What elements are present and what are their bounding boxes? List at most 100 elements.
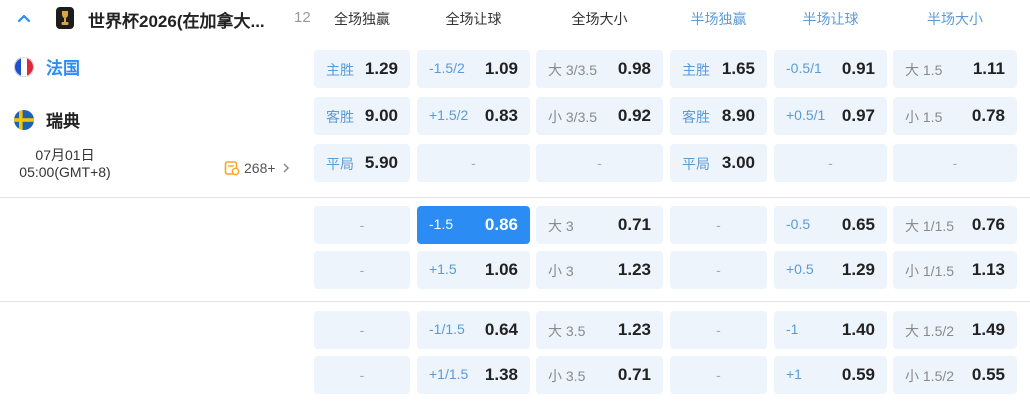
odds-label: 小 3 <box>548 263 574 279</box>
more-markets-button[interactable]: 268+ <box>224 160 291 176</box>
odds-cell[interactable]: -1/1.5 0.64 <box>417 311 530 349</box>
odds-value: 0.59 <box>841 365 875 384</box>
odds-cell-empty: - <box>670 251 767 289</box>
odds-label: +1.5/2 <box>429 107 469 123</box>
odds-cell-empty: - <box>670 311 767 349</box>
odds-label: 小 1.5/2 <box>905 368 955 384</box>
odds-cell[interactable]: 小 1.5/2 0.55 <box>893 356 1017 394</box>
odds-cell[interactable]: 小 3 1.23 <box>536 251 663 289</box>
odds-label: 小 1/1.5 <box>905 263 955 279</box>
odds-label: -0.5 <box>786 216 811 232</box>
odds-value: 1.49 <box>971 320 1005 339</box>
odds-cell[interactable]: 小 1.5 0.78 <box>893 97 1017 135</box>
odds-cell[interactable]: 大 1/1.5 0.76 <box>893 206 1017 244</box>
empty-dash: - <box>716 262 721 278</box>
odds-cell[interactable]: 大 1.5/2 1.49 <box>893 311 1017 349</box>
odds-cell[interactable]: 大 3 0.71 <box>536 206 663 244</box>
odds-label: -0.5/1 <box>786 60 822 76</box>
odds-label: -1 <box>786 321 799 337</box>
away-team: 瑞典 <box>14 107 80 132</box>
empty-dash: - <box>359 322 365 338</box>
empty-dash: - <box>359 262 365 278</box>
odds-value: 1.23 <box>617 320 651 339</box>
odds-cell[interactable]: 小 3/3.5 0.92 <box>536 97 663 135</box>
odds-label: 平局 <box>682 156 710 172</box>
odds-cell[interactable]: 大 1.5 1.11 <box>893 50 1017 88</box>
odds-label: 平局 <box>326 156 354 172</box>
odds-cell[interactable]: 大 3/3.5 0.98 <box>536 50 663 88</box>
sweden-flag-icon <box>14 109 34 130</box>
odds-cell[interactable]: +1 0.59 <box>774 356 887 394</box>
league-title[interactable]: 世界杯2026(在加拿大... <box>88 7 265 32</box>
home-team: 法国 <box>14 54 80 79</box>
odds-cell[interactable]: 客胜 8.90 <box>670 97 767 135</box>
column-header: 全场让球 <box>445 11 502 27</box>
empty-dash: - <box>359 217 365 233</box>
odds-value: 0.98 <box>617 59 651 78</box>
odds-label: 小 3/3.5 <box>548 109 598 125</box>
league-header: 世界杯2026(在加拿大... 12 全场独赢 全场让球 全场大小 半场独赢 半场让球 半… <box>0 0 1030 36</box>
odds-value: 0.71 <box>617 365 651 384</box>
odds-cell[interactable]: 小 1/1.5 1.13 <box>893 251 1017 289</box>
empty-dash: - <box>597 155 602 171</box>
odds-cell[interactable]: -1.5 0.86 <box>417 206 530 244</box>
chevron-up-icon[interactable] <box>16 10 32 26</box>
odds-value: 0.83 <box>484 106 518 125</box>
odds-label: +0.5/1 <box>786 107 826 123</box>
odds-cell[interactable]: -0.5/1 0.91 <box>774 50 887 88</box>
chevron-right-icon <box>283 163 289 173</box>
odds-label: 大 1.5 <box>905 62 943 78</box>
match-date: 07月01日 <box>35 147 95 163</box>
france-flag-icon <box>14 56 34 77</box>
odds-cell[interactable]: -0.5 0.65 <box>774 206 887 244</box>
odds-label: -1.5 <box>429 216 454 232</box>
row-divider <box>0 301 1030 302</box>
odds-label: +1.5 <box>429 261 457 277</box>
odds-cell[interactable]: 小 3.5 0.71 <box>536 356 663 394</box>
row-divider <box>0 197 1030 198</box>
odds-label: 主胜 <box>326 62 354 78</box>
odds-cell[interactable]: 平局 5.90 <box>314 144 410 182</box>
odds-cell-empty: - <box>417 144 530 182</box>
odds-cell[interactable]: +0.5 1.29 <box>774 251 887 289</box>
odds-cell-empty: - <box>670 356 767 394</box>
odds-value: 0.86 <box>484 215 518 234</box>
odds-cell-empty: - <box>536 144 663 182</box>
odds-label: +1/1.5 <box>429 366 469 382</box>
odds-label: 大 1/1.5 <box>905 218 955 234</box>
odds-value: 1.11 <box>972 59 1005 78</box>
odds-value: 0.76 <box>971 215 1005 234</box>
empty-dash: - <box>716 217 721 233</box>
odds-value: 0.97 <box>841 106 875 125</box>
odds-cell-empty: - <box>893 144 1017 182</box>
odds-cell[interactable]: 客胜 9.00 <box>314 97 410 135</box>
odds-cell-empty: - <box>314 311 410 349</box>
odds-label: -1.5/2 <box>429 60 465 76</box>
match-datetime: 07月01日 05:00(GMT+8) <box>14 147 116 181</box>
odds-label: 小 1.5 <box>905 109 943 125</box>
odds-value: 0.78 <box>971 106 1005 125</box>
odds-cell[interactable]: 主胜 1.29 <box>314 50 410 88</box>
odds-cell[interactable]: +1/1.5 1.38 <box>417 356 530 394</box>
odds-value: 1.23 <box>617 260 651 279</box>
odds-value: 0.65 <box>841 215 875 234</box>
odds-cell[interactable]: 平局 3.00 <box>670 144 767 182</box>
odds-cell[interactable]: 大 3.5 1.23 <box>536 311 663 349</box>
odds-cell[interactable]: 主胜 1.65 <box>670 50 767 88</box>
column-header: 半场独赢 <box>690 11 747 27</box>
league-logo-icon <box>56 7 74 29</box>
odds-label: 大 1.5/2 <box>905 323 955 339</box>
odds-cell[interactable]: +1.5/2 0.83 <box>417 97 530 135</box>
odds-value: 1.29 <box>364 59 398 78</box>
odds-cell[interactable]: +1.5 1.06 <box>417 251 530 289</box>
empty-dash: - <box>716 367 721 383</box>
odds-value: 1.40 <box>841 320 875 339</box>
empty-dash: - <box>716 322 721 338</box>
odds-value: 5.90 <box>364 153 398 172</box>
odds-value: 8.90 <box>721 106 755 125</box>
odds-cell[interactable]: -1.5/2 1.09 <box>417 50 530 88</box>
odds-label: -1/1.5 <box>429 321 465 337</box>
odds-cell[interactable]: -1 1.40 <box>774 311 887 349</box>
odds-cell-empty: - <box>670 206 767 244</box>
odds-cell[interactable]: +0.5/1 0.97 <box>774 97 887 135</box>
